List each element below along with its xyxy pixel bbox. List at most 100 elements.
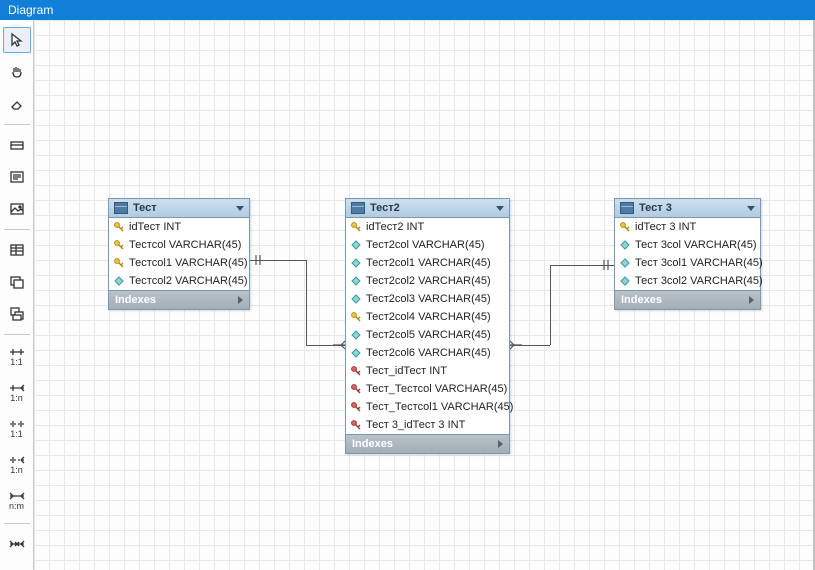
column-row[interactable]: Тест2col5 VARCHAR(45) [346, 326, 509, 344]
eraser-tool[interactable] [3, 91, 31, 117]
column-text: Тестcol VARCHAR(45) [129, 239, 241, 251]
pan-tool[interactable] [3, 59, 31, 85]
primary-key-icon [114, 240, 124, 250]
column-icon [620, 276, 630, 286]
window-title: Diagram [8, 3, 53, 17]
column-row[interactable]: Тест 3_idТест 3 INT [346, 416, 509, 434]
indexes-section[interactable]: Indexes [346, 434, 509, 453]
column-icon [351, 276, 361, 286]
column-row[interactable]: Тест2col2 VARCHAR(45) [346, 272, 509, 290]
entity-table-header[interactable]: Тест2 [346, 199, 509, 218]
primary-key-icon [351, 222, 361, 232]
layer-tool[interactable] [3, 132, 31, 158]
collapse-caret-icon[interactable] [747, 206, 755, 211]
foreign-key-icon [351, 420, 361, 430]
column-row[interactable]: Тест 3col1 VARCHAR(45) [615, 254, 760, 272]
column-row[interactable]: Тест2col1 VARCHAR(45) [346, 254, 509, 272]
expand-caret-icon[interactable] [238, 296, 243, 304]
indexes-label: Indexes [352, 438, 393, 450]
column-text: idТест INT [129, 221, 181, 233]
column-icon [620, 258, 630, 268]
column-row[interactable]: Тест_idТест INT [346, 362, 509, 380]
column-row[interactable]: idТест INT [109, 218, 249, 236]
routine-tool[interactable] [3, 301, 31, 327]
rel-label: 1:n [10, 465, 23, 475]
entity-table[interactable]: Тест idТест INT Тестcol VARCHAR(45) Тестcol… [108, 198, 250, 310]
pointer-tool[interactable] [3, 27, 31, 53]
column-text: Тест2col3 VARCHAR(45) [366, 293, 491, 305]
note-tool[interactable] [3, 164, 31, 190]
column-text: Тест2col4 VARCHAR(45) [366, 311, 491, 323]
entity-table-title: Тест [133, 202, 157, 214]
column-row[interactable]: Тест 3col2 VARCHAR(45) [615, 272, 760, 290]
column-text: Тест2col1 VARCHAR(45) [366, 257, 491, 269]
column-icon [620, 240, 630, 250]
entity-table-body: idТест2 INT Тест2col VARCHAR(45) Тест2col1… [346, 218, 509, 434]
entity-table-title: Тест2 [370, 202, 400, 214]
entity-table-header[interactable]: Тест [109, 199, 249, 218]
column-text: Тест2col2 VARCHAR(45) [366, 275, 491, 287]
rel-n-m-tool[interactable]: n:m [3, 486, 31, 516]
entity-table-header[interactable]: Тест 3 [615, 199, 760, 218]
column-row[interactable]: Тестcol2 VARCHAR(45) [109, 272, 249, 290]
column-icon [114, 276, 124, 286]
column-icon [351, 258, 361, 268]
column-row[interactable]: Тестcol VARCHAR(45) [109, 236, 249, 254]
rel-label: 1:1 [10, 429, 23, 439]
column-text: Тест2col5 VARCHAR(45) [366, 329, 491, 341]
column-icon [351, 330, 361, 340]
foreign-key-icon [351, 402, 361, 412]
column-row[interactable]: Тест2col VARCHAR(45) [346, 236, 509, 254]
diagram-canvas[interactable]: Тест idТест INT Тестcol VARCHAR(45) Тестcol… [34, 20, 815, 570]
rel-one-one-identifying-tool[interactable]: 1:1 [3, 342, 31, 372]
collapse-caret-icon[interactable] [236, 206, 244, 211]
column-row[interactable]: idТест2 INT [346, 218, 509, 236]
rel-one-n-nonident-tool[interactable]: 1:n [3, 450, 31, 480]
table-icon [351, 202, 365, 214]
rel-one-one-nonident-tool[interactable]: 1:1 [3, 414, 31, 444]
collapse-caret-icon[interactable] [496, 206, 504, 211]
table-icon [620, 202, 634, 214]
toolbar-separator [4, 229, 30, 230]
column-text: Тестcol2 VARCHAR(45) [129, 275, 248, 287]
column-row[interactable]: Тест2col4 VARCHAR(45) [346, 308, 509, 326]
column-text: Тест_idТест INT [366, 365, 447, 377]
foreign-key-icon [351, 384, 361, 394]
image-tool[interactable] [3, 196, 31, 222]
column-row[interactable]: Тест_Тестcol1 VARCHAR(45) [346, 398, 509, 416]
column-row[interactable]: Тест_Тестcol VARCHAR(45) [346, 380, 509, 398]
expand-caret-icon[interactable] [749, 296, 754, 304]
column-row[interactable]: Тест2col6 VARCHAR(45) [346, 344, 509, 362]
entity-table[interactable]: Тест2 idТест2 INT Тест2col VARCHAR(45) Тест… [345, 198, 510, 454]
primary-key-icon [114, 258, 124, 268]
column-text: Тест 3col2 VARCHAR(45) [635, 275, 763, 287]
entity-table-body: idТест INT Тестcol VARCHAR(45) Тестcol1 VA… [109, 218, 249, 290]
column-row[interactable]: idТест 3 INT [615, 218, 760, 236]
view-tool[interactable] [3, 269, 31, 295]
rel-existing-tool[interactable] [3, 531, 31, 557]
column-text: Тест_Тестcol VARCHAR(45) [366, 383, 507, 395]
entity-table-body: idТест 3 INT Тест 3col VARCHAR(45) Тест 3c… [615, 218, 760, 290]
toolbar-separator [4, 124, 30, 125]
indexes-section[interactable]: Indexes [615, 290, 760, 309]
column-row[interactable]: Тестcol1 VARCHAR(45) [109, 254, 249, 272]
entity-table-title: Тест 3 [639, 202, 672, 214]
table-icon [114, 202, 128, 214]
relationship-line [306, 260, 307, 345]
foreign-key-icon [351, 366, 361, 376]
column-icon [351, 348, 361, 358]
column-text: Тест2col VARCHAR(45) [366, 239, 485, 251]
rel-one-n-identifying-tool[interactable]: 1:n [3, 378, 31, 408]
column-text: Тест 3_idТест 3 INT [366, 419, 465, 431]
column-text: Тест 3col1 VARCHAR(45) [635, 257, 763, 269]
toolbar-separator [4, 523, 30, 524]
entity-table[interactable]: Тест 3 idТест 3 INT Тест 3col VARCHAR(45) Т… [614, 198, 761, 310]
table-tool[interactable] [3, 237, 31, 263]
expand-caret-icon[interactable] [498, 440, 503, 448]
column-row[interactable]: Тест 3col VARCHAR(45) [615, 236, 760, 254]
column-row[interactable]: Тест2col3 VARCHAR(45) [346, 290, 509, 308]
indexes-label: Indexes [115, 294, 156, 306]
column-text: idТест 3 INT [635, 221, 696, 233]
rel-label: 1:n [10, 393, 23, 403]
indexes-section[interactable]: Indexes [109, 290, 249, 309]
